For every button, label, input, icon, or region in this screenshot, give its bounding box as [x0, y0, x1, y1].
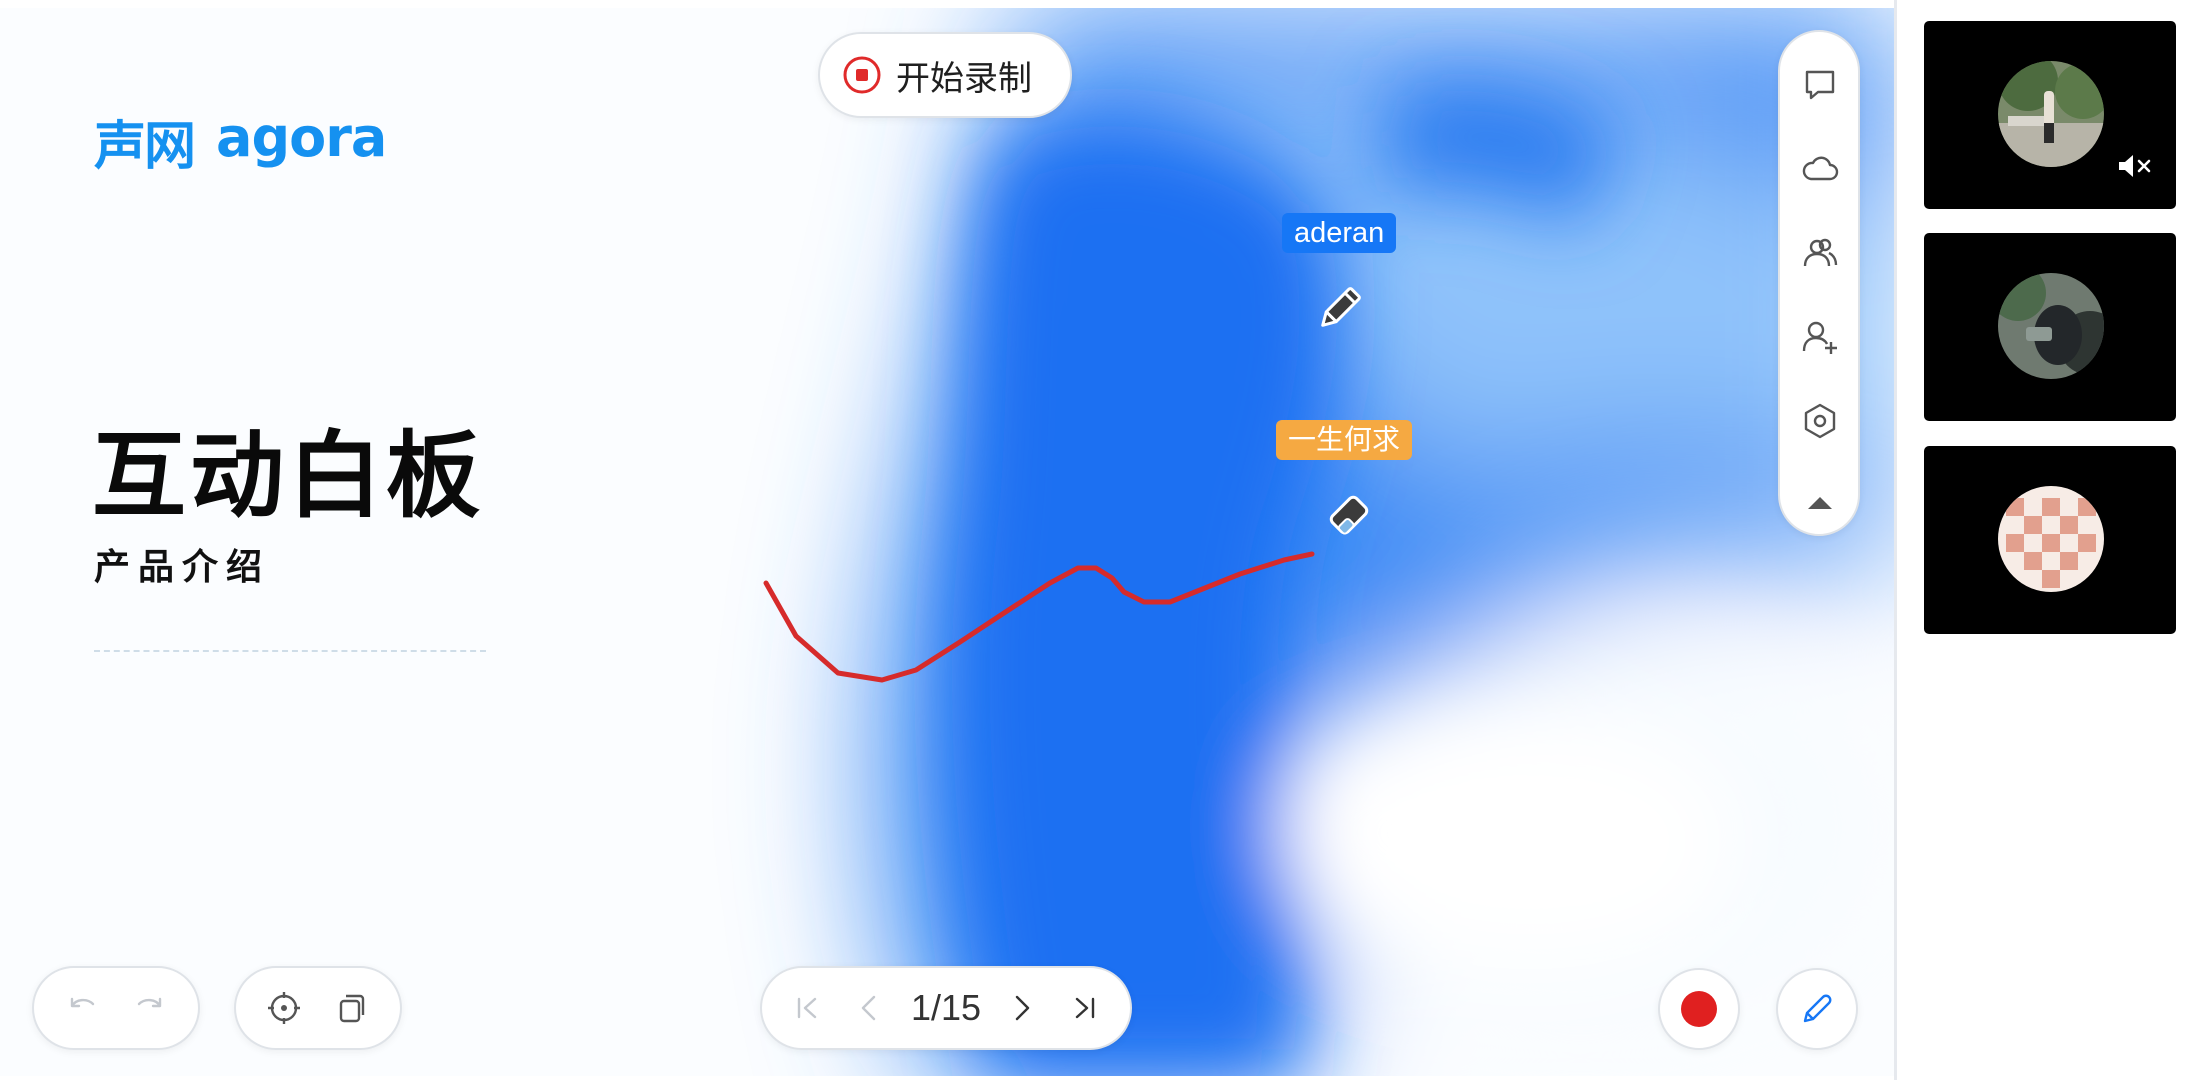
prev-page-button[interactable] — [849, 988, 889, 1028]
copy-icon — [339, 994, 365, 1023]
first-page-icon — [797, 997, 817, 1019]
side-toolbar — [1778, 30, 1860, 536]
invite-user-button[interactable] — [1791, 308, 1849, 366]
collapse-toolbar-button[interactable] — [1791, 474, 1849, 532]
panel-divider — [1894, 0, 1897, 1080]
redo-icon — [137, 997, 162, 1008]
pencil-icon — [1321, 287, 1361, 327]
users-icon — [1803, 238, 1838, 267]
slide-divider — [94, 650, 486, 652]
first-page-button[interactable] — [788, 988, 828, 1028]
app-root: 声网 agora 互动白板 产品介绍 aderan 一生何求 开始录制 1/15 — [0, 0, 2201, 1080]
pencil-outline-icon — [1803, 994, 1832, 1023]
avatar — [1998, 61, 2104, 167]
cursor-label-user2: 一生何求 — [1276, 420, 1413, 460]
undo-button[interactable] — [60, 986, 104, 1030]
locate-button[interactable] — [262, 986, 306, 1030]
slide-subtitle: 产品介绍 — [94, 547, 271, 588]
participant-video-tile[interactable] — [1924, 21, 2176, 209]
start-recording-label: 开始录制 — [896, 58, 1032, 99]
page-navigator: 1/15 — [760, 966, 1132, 1050]
brand-name-en: agora — [216, 106, 387, 169]
participant-video-tile[interactable] — [1924, 446, 2176, 634]
crosshair-icon — [268, 992, 300, 1024]
undo-redo-group — [32, 966, 200, 1050]
last-page-icon — [1075, 997, 1095, 1019]
settings-hexagon-icon — [1804, 403, 1836, 439]
whiteboard-canvas[interactable]: 声网 agora 互动白板 产品介绍 aderan 一生何求 — [0, 8, 1894, 1076]
undo-icon — [70, 997, 95, 1008]
muted-speaker-icon — [2119, 155, 2151, 177]
cloud-storage-button[interactable] — [1791, 140, 1849, 198]
drawing-tool-button[interactable] — [1776, 968, 1858, 1050]
brand-logo: 声网 agora — [94, 104, 387, 179]
brand-name-cn: 声网 — [94, 117, 196, 177]
chat-bubble-icon — [1805, 70, 1835, 100]
slide-title: 互动白板 — [92, 422, 485, 531]
triangle-up-icon — [1808, 497, 1832, 509]
copy-page-button[interactable] — [330, 986, 374, 1030]
cloud-icon — [1802, 156, 1839, 181]
settings-button[interactable] — [1791, 392, 1849, 450]
view-tools-group — [234, 966, 402, 1050]
record-button[interactable] — [1658, 968, 1740, 1050]
page-indicator: 1/15 — [910, 987, 982, 1028]
last-page-button[interactable] — [1064, 988, 1104, 1028]
add-user-icon — [1802, 321, 1837, 354]
redo-button[interactable] — [128, 986, 172, 1030]
cursor-label-aderan: aderan — [1282, 213, 1397, 253]
avatar — [1998, 486, 2104, 592]
chat-button[interactable] — [1791, 56, 1849, 114]
eraser-icon — [1329, 495, 1369, 535]
participant-video-tile[interactable] — [1924, 233, 2176, 421]
next-page-button[interactable] — [1002, 988, 1042, 1028]
avatar — [1998, 273, 2104, 379]
users-button[interactable] — [1791, 224, 1849, 282]
start-recording-button[interactable]: 开始录制 — [818, 32, 1072, 118]
chevron-left-icon — [862, 995, 876, 1021]
record-stop-icon — [843, 56, 881, 94]
chevron-right-icon — [1016, 995, 1030, 1021]
record-dot-icon — [1681, 991, 1717, 1027]
